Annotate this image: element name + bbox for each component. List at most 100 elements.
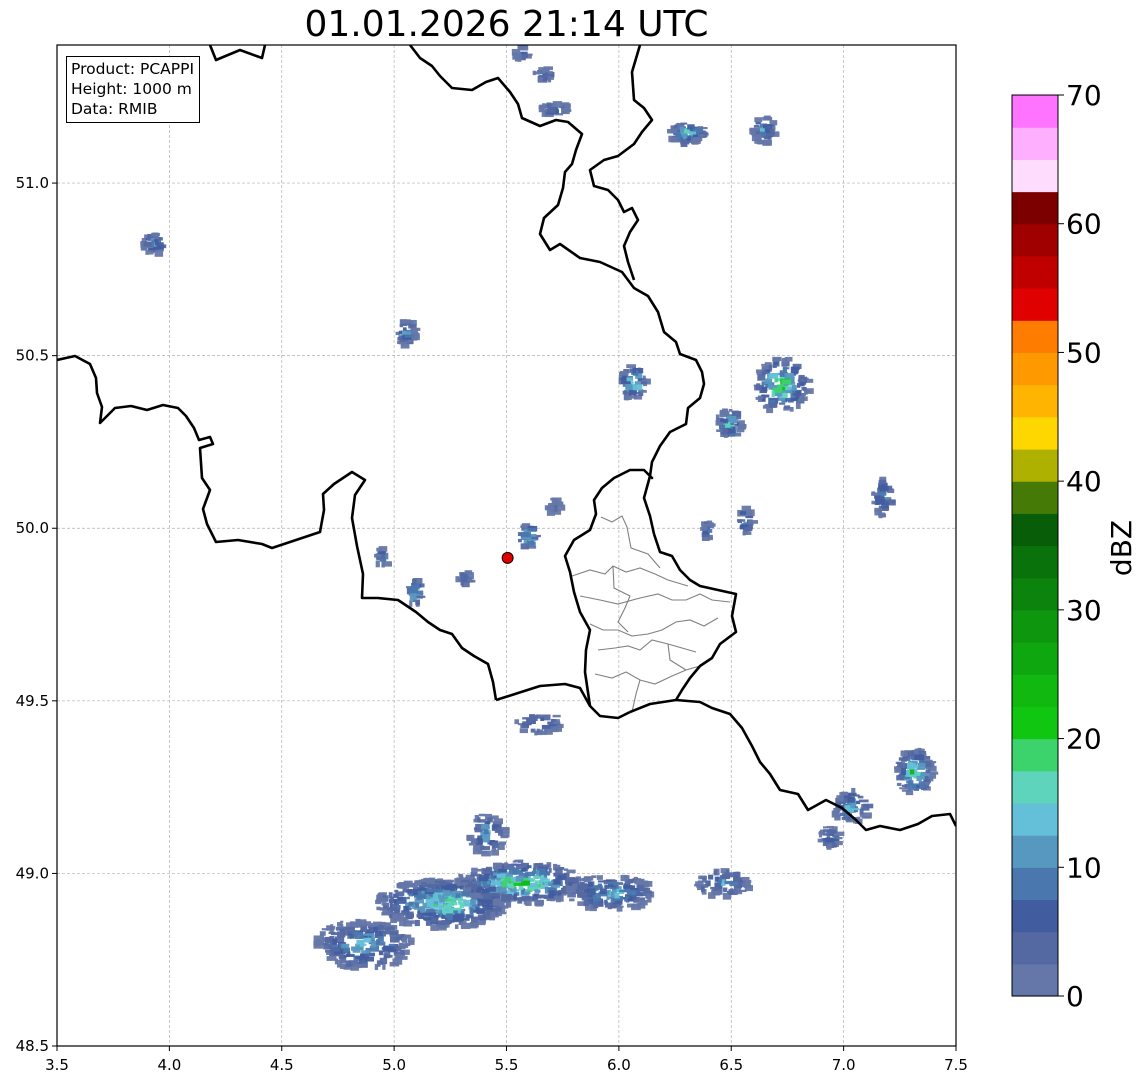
radar-echo-pixel xyxy=(907,751,913,757)
radar-echo-pixel xyxy=(540,109,549,112)
colorbar-swatch xyxy=(1012,95,1058,128)
radar-echo-pixel xyxy=(382,922,391,926)
y-tick-label: 48.5 xyxy=(16,1037,49,1055)
radar-echo-pixel xyxy=(363,937,372,943)
radar-echo-pixel xyxy=(732,426,736,434)
radar-echo-pixel xyxy=(620,874,628,882)
radar-echo-pixel xyxy=(647,897,652,903)
radar-echo-pixel xyxy=(369,952,375,957)
radar-echo-pixel xyxy=(381,930,391,935)
radar-echo-pixel xyxy=(738,423,747,429)
radar-echo-pixel xyxy=(758,396,764,399)
radar-echo-pixel xyxy=(513,882,522,886)
radar-echo-pixel xyxy=(381,554,385,560)
radar-echo-pixel xyxy=(640,389,647,393)
radar-echo-pixel xyxy=(326,926,336,930)
radar-echo-pixel xyxy=(550,509,555,513)
radar-echo-pixel xyxy=(704,521,708,524)
radar-echo-pixel xyxy=(426,900,434,907)
radar-echo-pixel xyxy=(791,384,797,391)
radar-echo-pixel xyxy=(401,342,405,346)
radar-map-figure: 3.5 4.0 4.5 5.0 5.5 6.0 6.5 7.0 7.5 48.5 49.0 49.5… xyxy=(16,44,1138,1074)
radar-echo-pixel xyxy=(567,887,576,893)
radar-echo-pixel xyxy=(781,379,792,385)
radar-echo-pixel xyxy=(397,885,404,889)
radar-echo-pixel xyxy=(719,418,729,422)
radar-echo-pixel xyxy=(520,532,529,538)
radar-echo-pixel xyxy=(444,885,450,891)
radar-echo-pixel xyxy=(395,914,405,920)
radar-echo-pixel xyxy=(778,397,786,401)
radar-echo-pixel xyxy=(831,842,837,848)
radar-echo-pixel xyxy=(764,403,769,408)
radar-echo-pixel xyxy=(498,868,507,873)
colorbar-swatch xyxy=(1012,609,1058,643)
radar-echo-pixel xyxy=(389,931,399,936)
radar-echo-pixel xyxy=(378,924,385,931)
radar-echo-pixel xyxy=(897,762,903,768)
radar-echo-pixel xyxy=(407,340,412,343)
radar-echo-pixel xyxy=(631,903,641,911)
colorbar-swatch xyxy=(1012,288,1058,321)
radar-echo-pixel xyxy=(376,547,383,552)
radar-echo-pixel xyxy=(741,883,749,887)
radar-echo-pixel xyxy=(553,884,560,888)
radar-echo-pixel xyxy=(611,879,618,882)
radar-echo-pixel xyxy=(881,508,889,511)
radar-echo-pixel xyxy=(526,865,532,869)
radar-echo-pixel xyxy=(394,945,400,949)
radar-echo-pixel xyxy=(875,498,886,505)
radar-echo-pixel xyxy=(628,389,637,396)
radar-echo-pixel xyxy=(798,376,808,383)
radar-echo-pixel xyxy=(551,497,562,504)
radar-echo-pixel xyxy=(756,140,766,145)
border-germany-netherlands xyxy=(588,45,654,281)
radar-echo-pixel xyxy=(586,888,596,895)
radar-echo-pixel xyxy=(907,783,917,791)
radar-echo-pixel xyxy=(477,886,483,889)
radar-echo-pixel xyxy=(426,879,435,885)
radar-echo-pixel xyxy=(524,892,530,896)
radar-echo-pixel xyxy=(765,369,770,372)
radar-echo-pixel xyxy=(398,330,402,335)
radar-echo-pixel xyxy=(464,570,473,575)
radar-echo-pixel xyxy=(454,924,459,929)
colorbar-swatch xyxy=(1012,642,1058,675)
radar-echo-pixel xyxy=(384,952,391,959)
radar-echo-pixel xyxy=(519,896,528,901)
radar-echo-pixel xyxy=(626,377,633,382)
x-axis-ticks: 3.5 4.0 4.5 5.0 5.5 6.0 6.5 7.0 7.5 xyxy=(45,1046,968,1074)
radar-echo-pixel xyxy=(801,387,807,391)
radar-echo-pixel xyxy=(539,864,550,868)
radar-echo-pixel xyxy=(782,366,788,372)
radar-echo-pixel xyxy=(772,357,781,362)
radar-echo-pixel xyxy=(818,830,823,838)
radar-echo-pixel xyxy=(473,827,480,831)
radar-echo-pixel xyxy=(540,717,545,721)
radar-echo-pixel xyxy=(492,842,499,849)
radar-echo-pixel xyxy=(761,371,766,376)
radar-site-marker xyxy=(501,551,514,564)
radar-echo-pixel xyxy=(365,956,375,962)
radar-echo-pixel xyxy=(478,838,483,845)
radar-echo-pixel xyxy=(735,888,741,891)
radar-echo-pixel xyxy=(761,363,766,366)
colorbar-swatch xyxy=(1012,835,1058,868)
radar-echo-pixel xyxy=(409,593,417,601)
radar-echo-pixel xyxy=(614,892,620,899)
colorbar-swatch xyxy=(1012,867,1058,901)
radar-echo-pixel xyxy=(454,914,464,922)
radar-echo-pixel xyxy=(718,878,723,883)
radar-echo-pixel xyxy=(355,956,361,960)
radar-echo-pixel xyxy=(547,107,556,114)
colorbar-swatch xyxy=(1012,320,1058,354)
radar-echo-pixel xyxy=(597,883,602,887)
radar-echo-pixel xyxy=(850,803,855,809)
radar-echo-pixel xyxy=(330,932,339,936)
radar-echo-pixel xyxy=(360,943,367,946)
radar-echo-pixel xyxy=(423,917,432,921)
radar-echo-pixel xyxy=(455,893,461,898)
radar-echo-pixel xyxy=(441,920,450,925)
colorbar-swatch xyxy=(1012,352,1058,386)
radar-echo-pixel xyxy=(143,241,152,247)
